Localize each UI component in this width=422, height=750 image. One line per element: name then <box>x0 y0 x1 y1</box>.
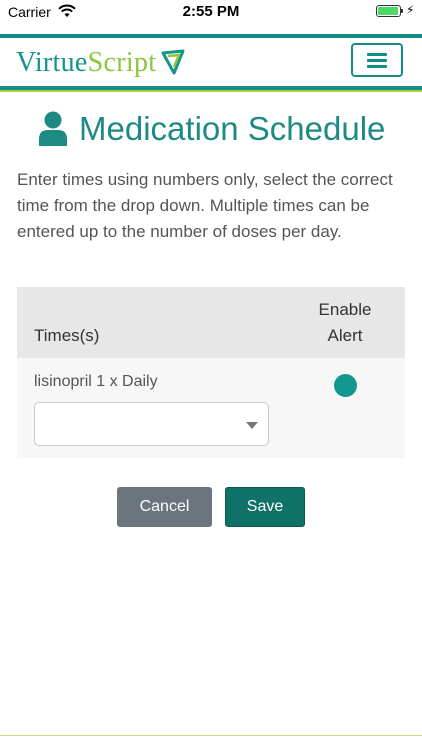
schedule-table: Times(s) Enable Alert lisinopril 1 x Dai… <box>17 287 405 458</box>
logo-primary-text: Virtue <box>16 47 88 78</box>
chevron-down-icon <box>246 422 258 429</box>
header-accent-rule <box>0 90 422 92</box>
status-bar: Carrier 2:55 PM ⚡ <box>0 0 422 24</box>
hamburger-menu-button[interactable] <box>351 43 403 77</box>
time-select[interactable] <box>34 402 269 446</box>
page-title: Medication Schedule <box>79 110 386 147</box>
medication-label: lisinopril 1 x Daily <box>34 373 158 390</box>
virtuescript-mark-icon <box>161 49 185 80</box>
page-title-row: Medication Schedule <box>0 110 422 154</box>
footer-rule <box>0 735 422 736</box>
table-header: Times(s) Enable Alert <box>17 287 405 358</box>
virtuescript-logo[interactable]: VirtueScript <box>16 47 156 79</box>
cancel-button[interactable]: Cancel <box>117 487 212 527</box>
status-time: 2:55 PM <box>182 3 240 20</box>
battery-icon <box>376 5 401 17</box>
app-header: VirtueScript <box>0 38 422 86</box>
column-header-times: Times(s) <box>34 326 100 345</box>
charging-bolt-icon: ⚡ <box>406 3 415 17</box>
instructions-text: Enter times using numbers only, select t… <box>17 170 393 241</box>
hamburger-menu-icon <box>367 53 387 56</box>
user-icon <box>37 111 69 147</box>
hamburger-menu-icon-bar <box>367 59 387 62</box>
logo-secondary-text: Script <box>87 47 157 78</box>
battery-level-fill <box>378 7 398 15</box>
save-button[interactable]: Save <box>225 487 305 527</box>
hamburger-menu-icon-bar <box>367 65 387 68</box>
enable-alert-toggle[interactable] <box>334 374 357 397</box>
column-header-enable-alert: Enable Alert <box>318 300 372 345</box>
battery-tip <box>401 9 403 13</box>
